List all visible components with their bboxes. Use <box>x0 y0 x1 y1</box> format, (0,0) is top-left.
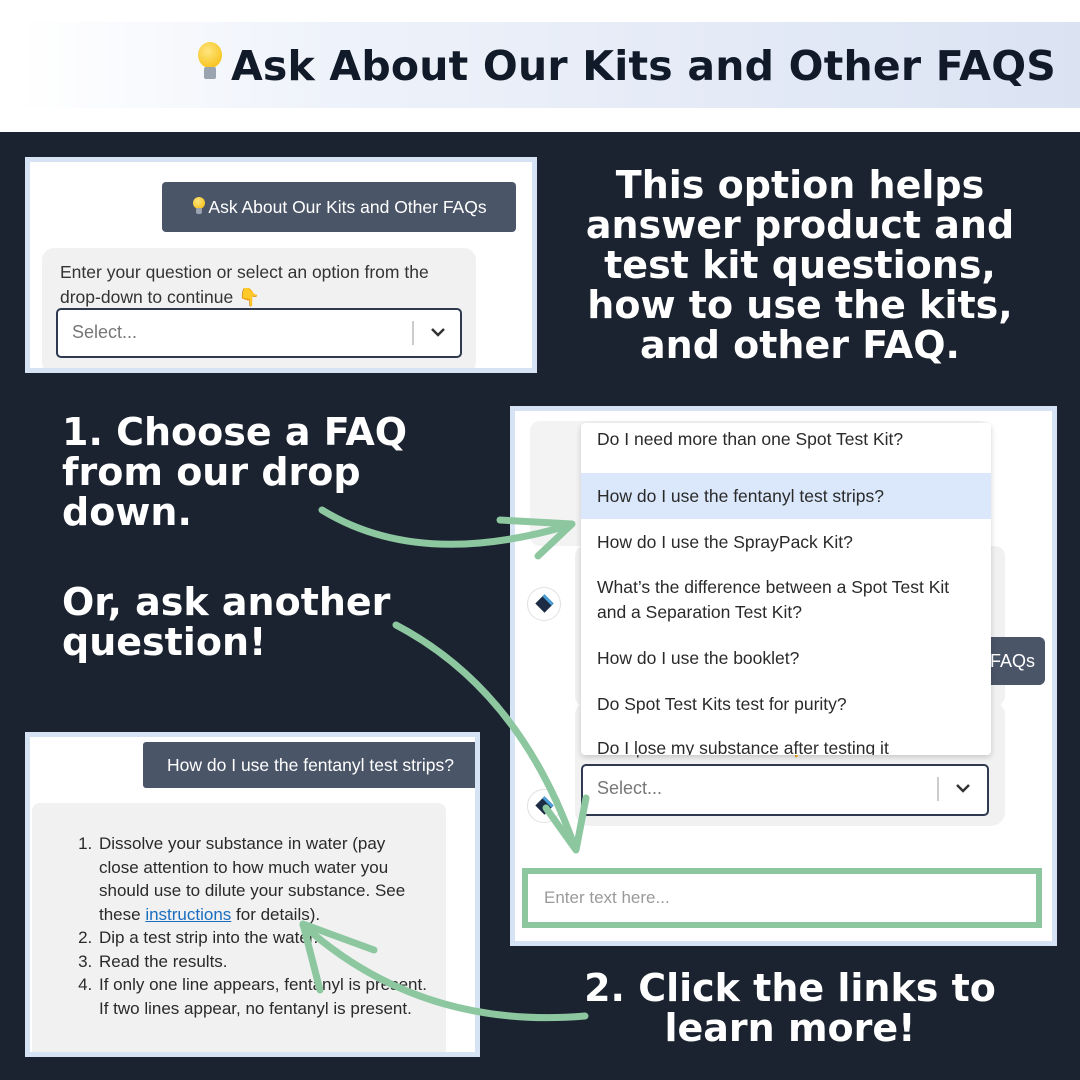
chat-screenshot-dropdown: FAQs the drop-down to continue 👇 Select.… <box>510 406 1057 946</box>
dropdown-option[interactable]: How do I use the SprayPack Kit? <box>581 519 991 565</box>
page-title-text: Ask About Our Kits and Other FAQS <box>230 42 1056 90</box>
user-message-bubble[interactable]: FAQs <box>985 637 1045 685</box>
list-item: If only one line appears, fentanyl is pr… <box>97 973 427 1020</box>
step-one-text: 1. Choose a FAQ from our drop down. <box>62 410 408 534</box>
dropdown-option[interactable]: Do Spot Test Kits test for purity? <box>581 681 991 727</box>
bot-prompt: Enter your question or select an option … <box>60 262 429 307</box>
faq-select[interactable]: Select... <box>56 308 462 358</box>
list-item: Read the results. <box>97 950 427 974</box>
lightbulb-icon <box>195 40 225 84</box>
chevron-down-icon[interactable] <box>952 777 974 799</box>
answer-steps-list: Dissolve your substance in water (pay cl… <box>67 832 427 1020</box>
step-two-text: 2. Click the links to learn more! <box>584 966 996 1050</box>
instructions-link[interactable]: instructions <box>145 905 231 924</box>
bot-answer-bubble: Dissolve your substance in water (pay cl… <box>32 803 446 1052</box>
page-title: Ask About Our Kits and Other FAQS <box>195 40 1056 90</box>
user-message-bubble[interactable]: Ask About Our Kits and Other FAQs <box>162 182 516 232</box>
select-divider <box>937 777 939 801</box>
select-divider <box>412 321 414 345</box>
chat-screenshot-answer: How do I use the fentanyl test strips? D… <box>25 732 480 1057</box>
select-placeholder: Select... <box>72 322 138 342</box>
select-placeholder: Select... <box>597 778 663 798</box>
list-item: Dissolve your substance in water (pay cl… <box>97 832 427 926</box>
dropdown-option[interactable]: What’s the difference between a Spot Tes… <box>581 565 991 635</box>
title-banner: Ask About Our Kits and Other FAQS <box>18 22 1080 108</box>
chevron-down-icon[interactable] <box>427 321 449 343</box>
dropdown-option[interactable]: Do I lose my substance after testing it <box>581 727 991 755</box>
chat-text-input[interactable]: Enter text here... <box>522 868 1042 928</box>
dropdown-option[interactable]: How do I use the booklet? <box>581 635 991 681</box>
dropdown-option[interactable]: Do I need more than one Spot Test Kit? <box>581 423 991 465</box>
user-message-bubble[interactable]: How do I use the fentanyl test strips? <box>143 742 475 788</box>
bot-avatar-icon <box>527 587 561 621</box>
bot-message-bubble: Enter your question or select an option … <box>42 248 476 368</box>
feature-description: This option helps answer product and tes… <box>585 163 1015 367</box>
dropdown-option-highlighted[interactable]: How do I use the fentanyl test strips? <box>581 473 991 519</box>
step-text: for details). <box>231 904 321 924</box>
alternative-text: Or, ask another question! <box>62 580 391 664</box>
bot-avatar-icon <box>527 789 561 823</box>
faq-dropdown-menu: Do I need more than one Spot Test Kit? H… <box>581 423 991 755</box>
user-message-text: Ask About Our Kits and Other FAQs <box>208 197 487 217</box>
chat-screenshot-intro: Ask About Our Kits and Other FAQs Enter … <box>25 157 537 373</box>
list-item: Dip a test strip into the water. <box>97 926 427 950</box>
input-placeholder: Enter text here... <box>544 888 670 907</box>
faq-select[interactable]: Select... <box>581 764 989 816</box>
lightbulb-icon <box>191 196 207 216</box>
